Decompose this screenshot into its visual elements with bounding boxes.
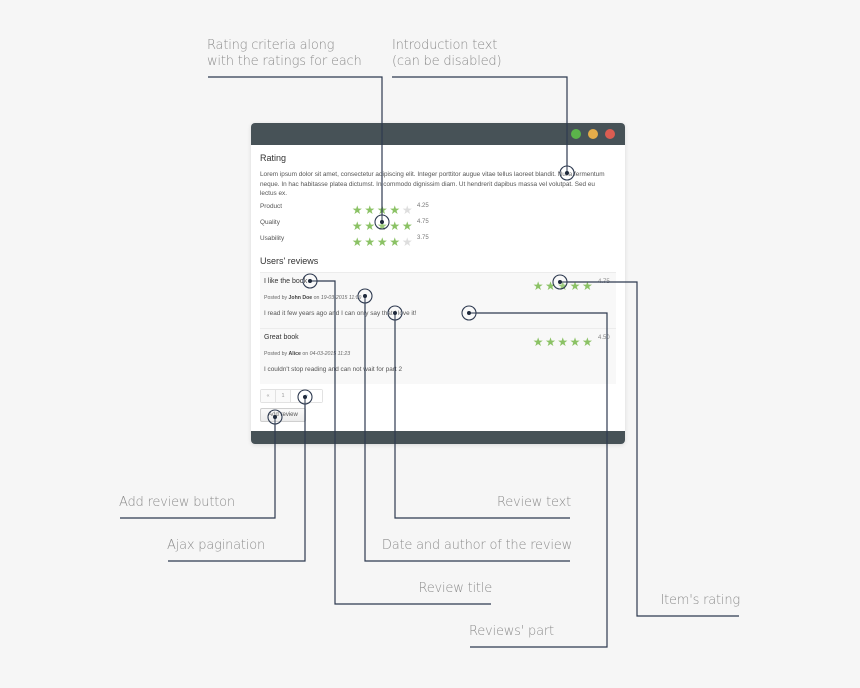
posted-by-label: Posted by (264, 351, 288, 357)
pagination-page-1[interactable]: 1 (276, 390, 291, 402)
star-filled-icon[interactable]: ★ (364, 204, 377, 216)
criterion-label: Usability (260, 235, 285, 242)
criterion-stars[interactable]: ★ ★ ★ ★ ★ (351, 233, 414, 251)
star-filled-icon: ★ (557, 335, 569, 349)
ajax-pagination: « 1 » (260, 389, 323, 403)
star-filled-icon: ★ (569, 279, 581, 293)
star-filled-icon[interactable]: ★ (351, 204, 364, 216)
callout-review-text: Review text (497, 495, 571, 510)
review-date: 04-03-2015 11:23 (309, 351, 351, 357)
maximize-button[interactable] (571, 129, 581, 139)
pagination-next[interactable]: » (291, 390, 322, 402)
review-item: Great book Posted by Alice on 04-03-2015… (260, 328, 616, 384)
review-rating-value: 4.75 (598, 279, 610, 285)
criterion-value: 3.75 (417, 235, 429, 241)
criterion-label: Product (260, 203, 283, 210)
criterion-row: Quality ★ ★ ★ ★ ★ 4.75 (260, 217, 460, 232)
star-filled-icon[interactable]: ★ (389, 236, 402, 248)
window-titlebar (251, 123, 625, 145)
review-author: John Doe (288, 295, 313, 301)
callout-intro-text: Introduction text (can be disabled) (392, 38, 502, 70)
callout-line-1: Rating criteria along (207, 38, 335, 53)
review-text: I couldn't stop reading and can not wait… (264, 366, 402, 373)
review-item: I like the book Posted by John Doe on 19… (260, 272, 616, 328)
add-review-button[interactable]: Add review (260, 408, 306, 422)
star-filled-icon[interactable]: ★ (364, 220, 377, 232)
star-filled-icon[interactable]: ★ (376, 236, 389, 248)
star-filled-icon[interactable]: ★ (351, 220, 364, 232)
criterion-row: Usability ★ ★ ★ ★ ★ 3.75 (260, 233, 460, 248)
star-filled-icon[interactable]: ★ (401, 220, 414, 232)
callout-line-2: with the ratings for each (207, 54, 362, 69)
review-meta: Posted by John Doe on 19-03-2015 11:09 (264, 295, 361, 301)
star-filled-icon[interactable]: ★ (351, 236, 364, 248)
posted-by-label: Posted by (264, 295, 288, 301)
callout-date-author: Date and author of the review (381, 538, 572, 553)
star-filled-icon[interactable]: ★ (389, 204, 402, 216)
review-stars: ★ ★ ★ ★ ★ (532, 333, 593, 351)
review-stars: ★ ★ ★ ★ ★ (532, 277, 593, 295)
rating-widget-window: Rating Lorem ipsum dolor sit amet, conse… (251, 123, 625, 444)
star-filled-icon[interactable]: ★ (376, 204, 389, 216)
rating-heading: Rating (260, 153, 287, 163)
star-filled-icon: ★ (581, 279, 593, 293)
star-filled-icon[interactable]: ★ (364, 236, 377, 248)
callout-line-2: (can be disabled) (392, 54, 502, 69)
on-label: on (302, 351, 309, 357)
review-meta: Posted by Alice on 04-03-2015 11:23 (264, 351, 350, 357)
star-filled-icon: ★ (532, 279, 544, 293)
star-filled-icon[interactable]: ★ (389, 220, 402, 232)
criterion-value: 4.25 (417, 203, 429, 209)
on-label: on (313, 295, 320, 301)
close-button[interactable] (605, 129, 615, 139)
review-author: Alice (288, 351, 301, 357)
callout-line-1: Introduction text (392, 38, 498, 53)
criterion-row: Product ★ ★ ★ ★ ★ 4.25 (260, 201, 460, 216)
star-filled-icon: ★ (532, 335, 544, 349)
callout-rating-criteria: Rating criteria along with the ratings f… (207, 38, 362, 70)
criterion-value: 4.75 (417, 219, 429, 225)
star-filled-icon: ★ (569, 335, 581, 349)
review-date: 19-03-2015 11:09 (320, 295, 362, 301)
criterion-label: Quality (260, 219, 280, 226)
callout-add-review-button: Add review button (119, 495, 235, 510)
review-title: Great book (264, 334, 299, 341)
review-title: I like the book (264, 278, 308, 285)
callout-ajax-pagination: Ajax pagination (167, 538, 266, 553)
window-footerbar (251, 431, 625, 444)
star-filled-icon: ★ (557, 279, 569, 293)
star-filled-icon: ★ (545, 279, 556, 293)
star-filled-icon[interactable]: ★ (376, 220, 389, 232)
reviews-heading: Users' reviews (260, 256, 319, 266)
review-rating-value: 4.50 (598, 335, 610, 341)
star-empty-icon[interactable]: ★ (401, 236, 414, 248)
minimize-button[interactable] (588, 129, 598, 139)
star-empty-icon[interactable]: ★ (401, 204, 414, 216)
star-filled-icon: ★ (581, 335, 593, 349)
review-text: I read it few years ago and I can only s… (264, 310, 417, 317)
intro-text: Lorem ipsum dolor sit amet, consectetur … (260, 171, 605, 197)
star-filled-icon: ★ (545, 335, 556, 349)
callout-review-title: Review title (418, 581, 492, 596)
callout-items-rating: Item's rating (660, 593, 740, 608)
callout-reviews-part: Reviews' part (469, 624, 554, 639)
pagination-prev[interactable]: « (261, 390, 276, 402)
